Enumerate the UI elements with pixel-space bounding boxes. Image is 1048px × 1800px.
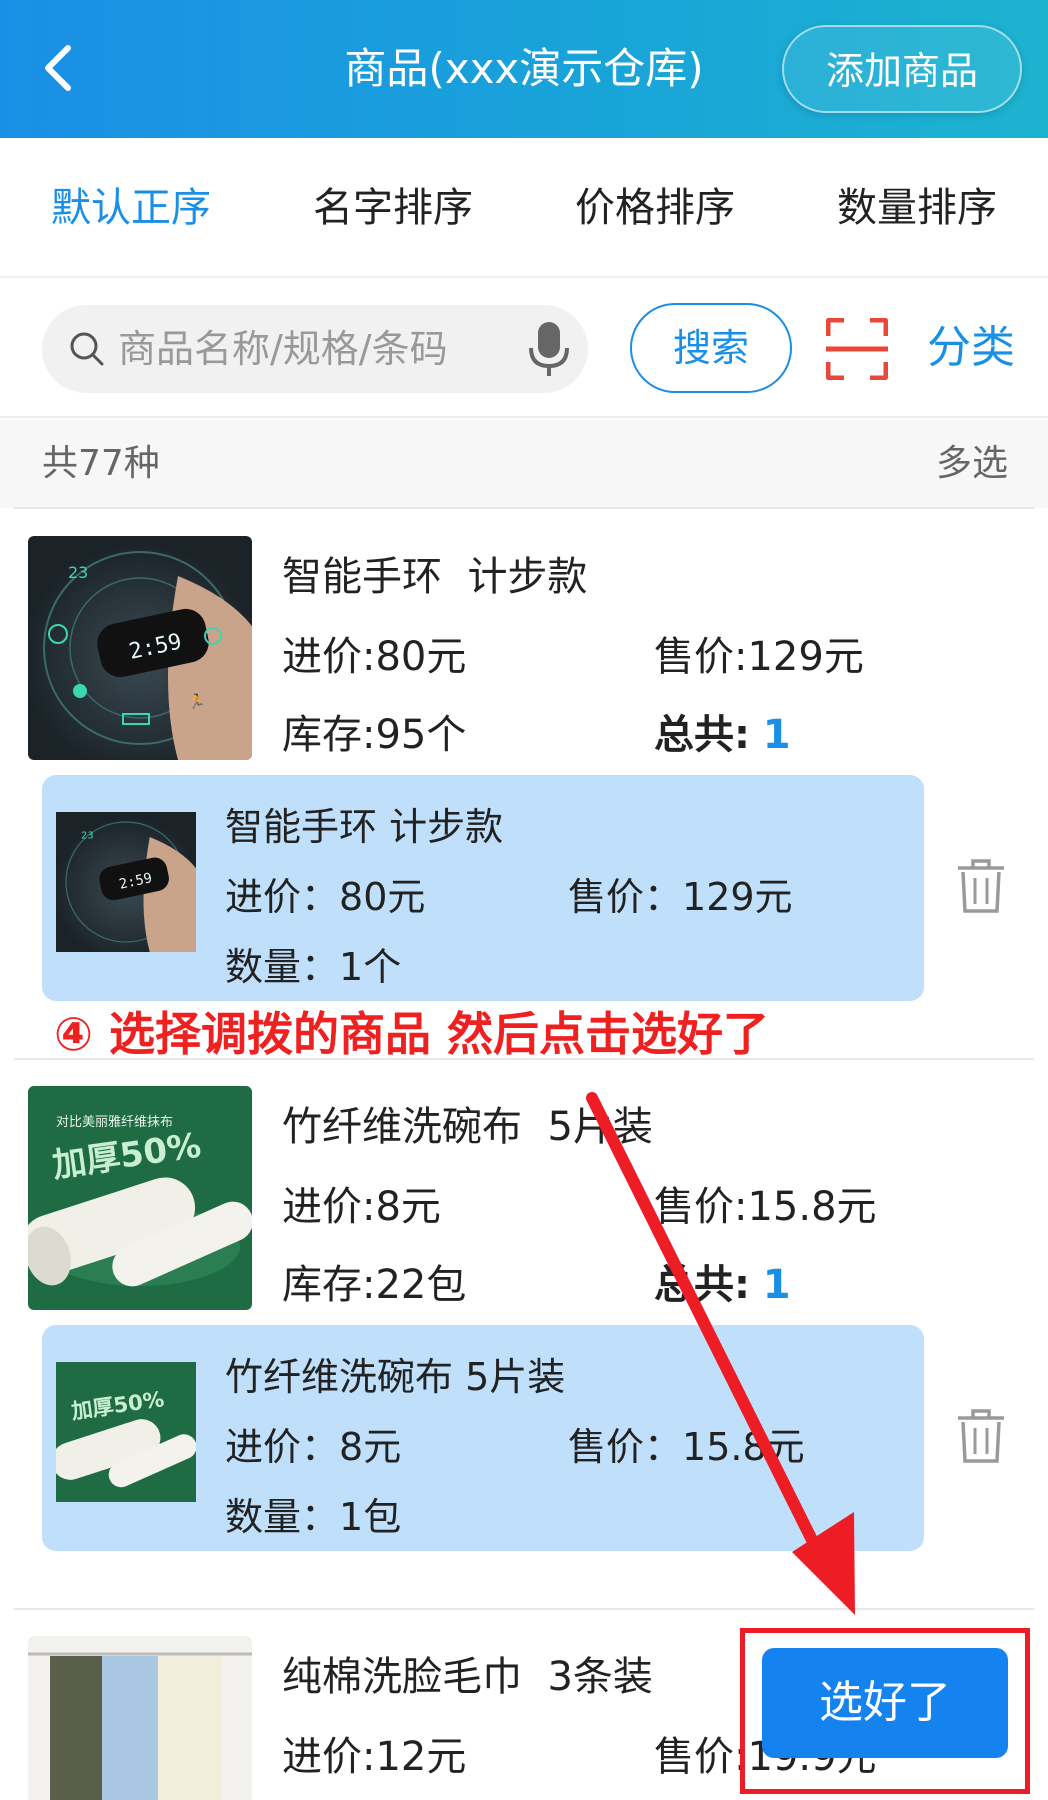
done-selecting-button[interactable]: 选好了 <box>762 1648 1008 1758</box>
tutorial-arrow <box>586 1092 855 1615</box>
